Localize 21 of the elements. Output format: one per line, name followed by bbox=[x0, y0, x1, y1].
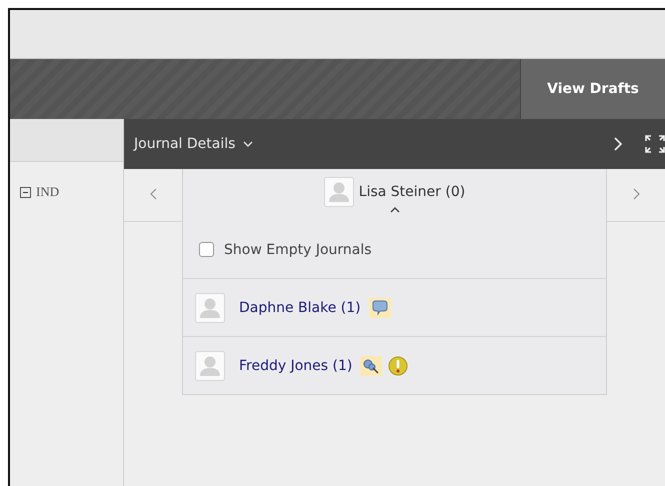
chevron-right-icon bbox=[632, 188, 640, 200]
avatar-icon bbox=[195, 292, 225, 322]
collapse-icon[interactable] bbox=[20, 186, 31, 198]
current-user[interactable]: Lisa Steiner (0) bbox=[358, 184, 466, 200]
expand-icon[interactable] bbox=[645, 135, 665, 153]
tree-label: IND bbox=[36, 184, 60, 200]
caret-up-icon[interactable] bbox=[390, 207, 400, 213]
avatar-icon bbox=[195, 350, 225, 380]
checkbox-label[interactable]: Show Empty Journals bbox=[224, 242, 372, 258]
user-link[interactable]: Daphne Blake (1) bbox=[239, 300, 361, 316]
chevron-right-icon[interactable] bbox=[614, 137, 623, 151]
avatar-icon bbox=[324, 177, 354, 207]
panel-title[interactable]: Journal Details bbox=[134, 136, 236, 152]
chevron-left-icon bbox=[150, 188, 156, 200]
checkbox[interactable] bbox=[199, 242, 214, 257]
warning-icon bbox=[388, 356, 408, 376]
user-link[interactable]: Freddy Jones (1) bbox=[239, 358, 352, 374]
view-drafts-button[interactable]: View Drafts bbox=[520, 59, 665, 119]
pin-icon bbox=[360, 356, 382, 376]
chevron-down-icon[interactable] bbox=[243, 141, 254, 147]
comment-icon bbox=[368, 298, 391, 318]
